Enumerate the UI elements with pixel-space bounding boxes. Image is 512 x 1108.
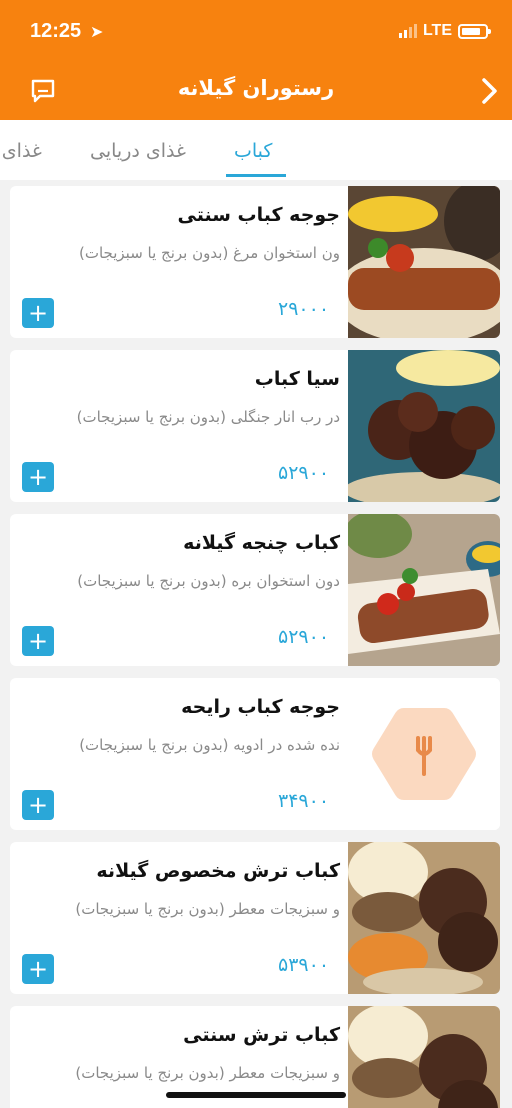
menu-item[interactable]: جوجه کباب رایحه نده شده در ادویه (بدون ب…	[10, 678, 500, 830]
tab-kebab[interactable]: کباب	[234, 140, 272, 162]
food-image	[348, 1006, 500, 1108]
item-description: نده شده در ادویه (بدون برنج یا سبزیجات)	[79, 736, 340, 754]
image-placeholder	[348, 678, 500, 830]
item-price: ۵۳۹۰۰	[278, 954, 330, 976]
menu-item[interactable]: کباب چنجه گیلانه دون استخوان بره (بدون ب…	[10, 514, 500, 666]
status-bar: 12:25 ➤ LTE	[0, 0, 512, 62]
item-description: و سبزیجات معطر (بدون برنج یا سبزیجات)	[75, 900, 340, 918]
status-indicators: LTE	[398, 22, 491, 40]
menu-item[interactable]: کباب ترش مخصوص گیلانه و سبزیجات معطر (بد…	[10, 842, 500, 994]
item-title: جوجه کباب سنتی	[177, 204, 340, 226]
battery-icon	[458, 23, 491, 39]
home-indicator	[166, 1092, 346, 1098]
tab-other-food[interactable]: غذای م	[0, 140, 42, 162]
tab-seafood[interactable]: غذای دریایی	[90, 140, 186, 162]
status-time: 12:25	[30, 20, 82, 42]
active-tab-indicator	[226, 174, 286, 177]
location-icon: ➤	[90, 22, 104, 41]
item-title: سیا کباب	[254, 368, 340, 390]
item-price: ۳۴۹۰۰	[278, 790, 330, 812]
network-label: LTE	[422, 22, 452, 39]
menu-item[interactable]: سیا کباب در رب انار جنگلی (بدون برنج یا …	[10, 350, 500, 502]
chevron-right-icon[interactable]	[478, 76, 500, 106]
food-image	[348, 186, 500, 338]
item-title: کباب ترش سنتی	[183, 1024, 340, 1046]
nav-bar: رستوران گیلانه	[0, 62, 512, 120]
add-button[interactable]: +	[22, 790, 54, 820]
item-description: ون استخوان مرغ (بدون برنج یا سبزیجات)	[79, 244, 340, 262]
item-title: کباب چنجه گیلانه	[183, 532, 340, 554]
item-price: ۵۲۹۰۰	[278, 462, 330, 484]
food-image	[348, 350, 500, 502]
food-image	[348, 842, 500, 994]
add-button[interactable]: +	[22, 954, 54, 984]
category-tabs: کباب غذای دریایی غذای م	[0, 120, 512, 180]
item-description: دون استخوان بره (بدون برنج یا سبزیجات)	[77, 572, 340, 590]
page-title: رستوران گیلانه	[177, 76, 335, 100]
item-price: ۲۹۰۰۰	[278, 298, 330, 320]
item-price: ۵۲۹۰۰	[278, 626, 330, 648]
menu-item[interactable]: جوجه کباب سنتی ون استخوان مرغ (بدون برنج…	[10, 186, 500, 338]
food-image	[348, 514, 500, 666]
add-button[interactable]: +	[22, 298, 54, 328]
item-title: جوجه کباب رایحه	[181, 696, 340, 718]
item-title: کباب ترش مخصوص گیلانه	[96, 860, 340, 882]
signal-icon	[398, 24, 417, 38]
item-description: و سبزیجات معطر (بدون برنج یا سبزیجات)	[75, 1064, 340, 1082]
add-button[interactable]: +	[22, 626, 54, 656]
item-description: در رب انار جنگلی (بدون برنج یا سبزیجات)	[76, 408, 340, 426]
add-button[interactable]: +	[22, 462, 54, 492]
